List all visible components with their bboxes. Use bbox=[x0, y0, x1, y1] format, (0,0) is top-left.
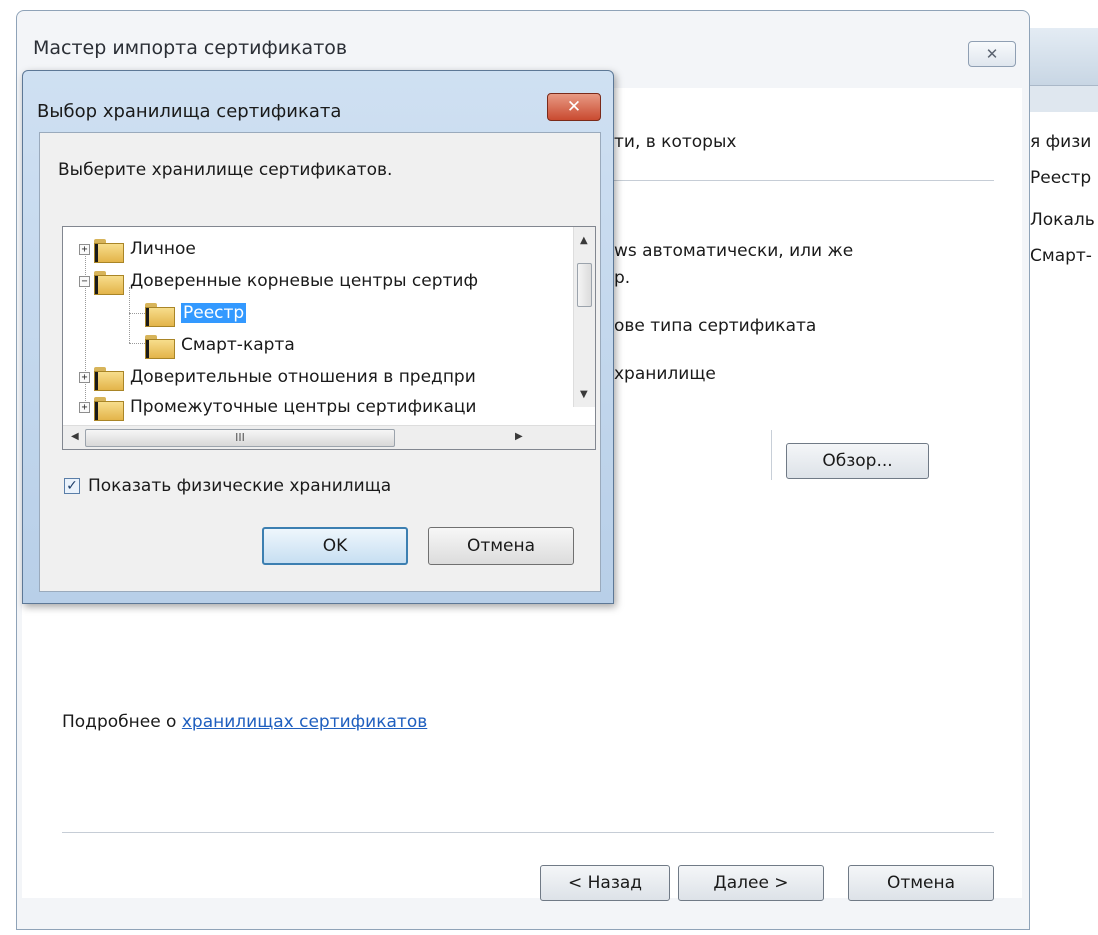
background-text-line: Смарт- bbox=[1030, 246, 1092, 266]
collapse-icon[interactable]: − bbox=[79, 275, 90, 287]
scroll-down-icon[interactable]: ▼ bbox=[580, 389, 588, 400]
more-info-prefix: Подробнее о bbox=[62, 712, 182, 732]
window-title: Мастер импорта сертификатов bbox=[33, 37, 348, 59]
expand-icon[interactable]: + bbox=[79, 371, 90, 383]
vertical-scroll-thumb[interactable] bbox=[577, 263, 592, 307]
folder-icon bbox=[145, 333, 175, 359]
wizard-text: ове типа сертификата bbox=[614, 316, 817, 336]
folder-icon bbox=[94, 237, 124, 263]
tree-guide-line bbox=[129, 287, 130, 343]
certificate-stores-link[interactable]: хранилищах сертификатов bbox=[182, 712, 427, 732]
tree-guide-line bbox=[129, 343, 145, 344]
scroll-left-icon[interactable]: ◀ bbox=[71, 431, 79, 442]
horizontal-scrollbar[interactable]: ◀ III ▶ bbox=[63, 425, 595, 449]
vertical-scrollbar[interactable]: ▲ ▼ bbox=[573, 227, 595, 407]
background-text-line: Локаль bbox=[1030, 210, 1095, 230]
separator bbox=[614, 180, 994, 181]
tree-item-label: Промежуточные центры сертификаци bbox=[130, 397, 477, 417]
folder-icon bbox=[94, 365, 124, 391]
tree-item-label: Смарт-карта bbox=[181, 335, 295, 355]
folder-icon bbox=[94, 395, 124, 421]
wizard-cancel-button[interactable]: Отмена bbox=[848, 865, 994, 901]
expand-icon[interactable]: + bbox=[79, 243, 90, 255]
store-path-field[interactable] bbox=[600, 430, 772, 480]
dialog-cancel-button[interactable]: Отмена bbox=[428, 527, 574, 565]
wizard-text: хранилище bbox=[614, 364, 716, 384]
tree-item-personal[interactable]: + Личное bbox=[79, 235, 196, 263]
wizard-text: ws автоматически, или же bbox=[614, 241, 854, 261]
tree-item-smart-card[interactable]: Смарт-карта bbox=[145, 331, 295, 359]
background-text-line: я физи bbox=[1030, 132, 1092, 152]
scroll-up-icon[interactable]: ▲ bbox=[580, 235, 588, 246]
tree-item-intermediate[interactable]: + Промежуточные центры сертификаци bbox=[79, 393, 476, 421]
tree-item-trusted-root[interactable]: − Доверенные корневые центры сертиф bbox=[79, 267, 478, 295]
footer-separator bbox=[62, 832, 994, 833]
tree-item-label: Доверенные корневые центры сертиф bbox=[130, 271, 479, 291]
tree-item-enterprise-trust[interactable]: + Доверительные отношения в предпри bbox=[79, 363, 476, 391]
wizard-text: ти, в которых bbox=[614, 132, 737, 152]
tree-guide-line bbox=[129, 313, 145, 314]
next-button[interactable]: Далее > bbox=[678, 865, 824, 901]
folder-icon bbox=[94, 269, 124, 295]
dialog-prompt: Выберите хранилище сертификатов. bbox=[58, 160, 393, 180]
certificate-store-tree[interactable]: + Личное − Доверенные корневые центры се… bbox=[62, 226, 596, 450]
background-text-line: Реестр bbox=[1030, 168, 1092, 188]
tree-item-registry[interactable]: Реестр bbox=[145, 299, 247, 327]
scroll-right-icon[interactable]: ▶ bbox=[515, 431, 523, 442]
expand-icon[interactable]: + bbox=[79, 401, 90, 413]
browse-button[interactable]: Обзор... bbox=[786, 443, 929, 479]
horizontal-scroll-thumb[interactable]: III bbox=[85, 429, 395, 447]
close-button[interactable]: ✕ bbox=[968, 41, 1016, 67]
tree-item-label: Личное bbox=[130, 239, 196, 259]
close-icon: ✕ bbox=[566, 97, 582, 117]
show-physical-stores-label[interactable]: Показать физические хранилища bbox=[88, 476, 391, 496]
more-info-text: Подробнее о хранилищах сертификатов bbox=[62, 712, 427, 732]
ok-button[interactable]: OK bbox=[262, 527, 408, 565]
wizard-text: р. bbox=[614, 268, 631, 288]
dialog-close-button[interactable]: ✕ bbox=[547, 93, 601, 121]
show-physical-stores-checkbox[interactable]: ✓ bbox=[64, 478, 80, 494]
tree-item-label-selected: Реестр bbox=[181, 303, 247, 323]
close-icon: ✕ bbox=[985, 45, 999, 63]
back-button[interactable]: < Назад bbox=[540, 865, 670, 901]
dialog-title: Выбор хранилища сертификата bbox=[37, 101, 342, 122]
tree-item-label: Доверительные отношения в предпри bbox=[130, 367, 476, 387]
folder-icon bbox=[145, 301, 175, 327]
